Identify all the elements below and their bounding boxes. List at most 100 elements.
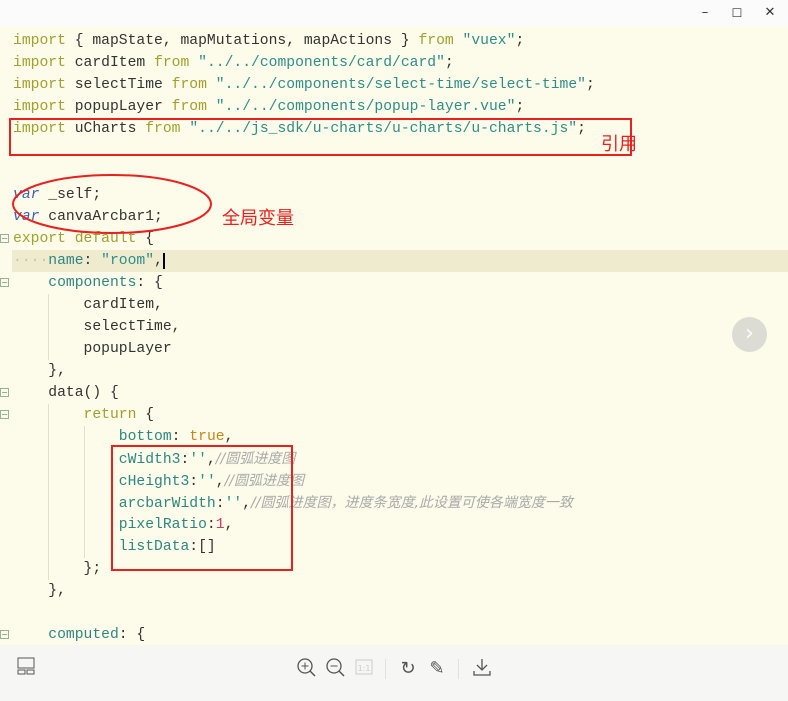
code-token: popupLayer	[65, 99, 172, 115]
code-line: popupLayer	[13, 338, 172, 360]
annotation-globals-ellipse	[12, 174, 212, 234]
maximize-button[interactable]: ☐	[722, 2, 752, 24]
annotation-import-box	[9, 118, 632, 156]
download-button[interactable]	[470, 657, 494, 681]
code-line: selectTime,	[13, 316, 181, 338]
code-line: import cardItem from "../../components/c…	[13, 52, 454, 74]
code-line: components: {	[13, 272, 163, 294]
actual-size-button[interactable]: 1:1	[352, 657, 376, 681]
code-token: selectTime	[65, 77, 172, 93]
code-token: from	[171, 99, 207, 115]
code-line: import selectTime from "../../components…	[13, 74, 595, 96]
code-token: "vuex"	[462, 33, 516, 49]
rotate-icon: ↻	[400, 658, 416, 679]
next-image-button[interactable]: ›	[732, 317, 767, 352]
code-token: components	[48, 275, 137, 291]
pencil-icon: ✎	[429, 658, 445, 679]
code-token: import	[13, 33, 66, 49]
code-line: computed: {	[13, 624, 145, 645]
code-token: popupLayer	[13, 341, 172, 357]
code-token: },	[13, 583, 66, 599]
code-token: selectTime,	[13, 319, 181, 335]
code-line: import popupLayer from "../../components…	[13, 96, 524, 118]
code-token: ····	[13, 253, 49, 269]
code-token: from	[171, 77, 207, 93]
zoom-in-icon	[297, 658, 316, 677]
code-token: bottom	[118, 429, 172, 445]
code-line: return {	[13, 404, 155, 426]
code-token: "../../components/card/card"	[198, 55, 445, 71]
code-token: ,	[224, 429, 234, 445]
download-icon	[473, 659, 491, 676]
fold-icon: −	[0, 278, 9, 287]
code-line: import { mapState, mapMutations, mapActi…	[13, 30, 524, 52]
code-token: import	[13, 99, 66, 115]
svg-text:1:1: 1:1	[358, 664, 371, 673]
code-token: cardItem	[65, 55, 155, 71]
zoom-in-button[interactable]	[294, 657, 318, 681]
code-token: //圆弧进度图，进度条宽度,此设置可使各端宽度一致	[251, 495, 573, 511]
zoom-out-icon	[326, 658, 345, 677]
code-token: "../../components/select-time/select-tim…	[215, 77, 586, 93]
code-token: : {	[136, 275, 163, 291]
code-token: name	[48, 253, 84, 269]
fold-icon: −	[0, 410, 9, 419]
code-token: ;	[444, 55, 454, 71]
close-button[interactable]: ✕	[755, 2, 785, 24]
code-token: import	[13, 77, 66, 93]
title-bar: – ☐ ✕	[0, 0, 788, 26]
code-token: return	[83, 407, 137, 423]
annotation-globals-label: 全局变量	[222, 208, 294, 229]
layout-icon	[17, 657, 35, 675]
code-token: ;	[585, 77, 595, 93]
actual-size-icon: 1:1	[355, 659, 373, 675]
code-token: :	[171, 429, 190, 445]
code-line: cardItem,	[13, 294, 163, 316]
code-token: "room"	[101, 253, 155, 269]
rotate-button[interactable]: ↻	[396, 657, 420, 681]
thumbnails-button[interactable]	[14, 657, 38, 681]
code-token: ;	[515, 33, 525, 49]
code-line: data() {	[13, 382, 119, 404]
code-line: };	[13, 558, 102, 580]
code-token: true	[189, 429, 225, 445]
code-token: :	[83, 253, 102, 269]
code-token: from	[418, 33, 454, 49]
annotation-data-box	[111, 445, 293, 571]
code-token: : {	[118, 627, 146, 643]
fold-icon: −	[0, 388, 9, 397]
text-cursor	[162, 253, 165, 269]
code-token: data() {	[13, 385, 119, 401]
viewer-toolbar: 1:1 ↻ ✎	[0, 645, 788, 701]
code-line: },	[13, 580, 66, 602]
minimize-button[interactable]: –	[690, 2, 720, 24]
code-token: },	[13, 363, 66, 379]
edit-button[interactable]: ✎	[425, 657, 449, 681]
code-token: {	[136, 407, 155, 423]
code-token: ,	[154, 253, 163, 269]
divider	[458, 659, 459, 679]
code-token: "../../components/popup-layer.vue"	[215, 99, 516, 115]
zoom-out-button[interactable]	[323, 657, 347, 681]
code-token: ;	[515, 99, 525, 115]
code-line: },	[13, 360, 66, 382]
divider	[385, 659, 386, 679]
code-token: cardItem,	[13, 297, 163, 313]
code-token: from	[154, 55, 190, 71]
fold-icon: −	[0, 630, 9, 639]
chevron-right-icon: ›	[745, 321, 754, 346]
code-line: ····name: "room",	[13, 250, 165, 272]
code-token: computed	[48, 627, 119, 643]
code-token: };	[13, 561, 102, 577]
